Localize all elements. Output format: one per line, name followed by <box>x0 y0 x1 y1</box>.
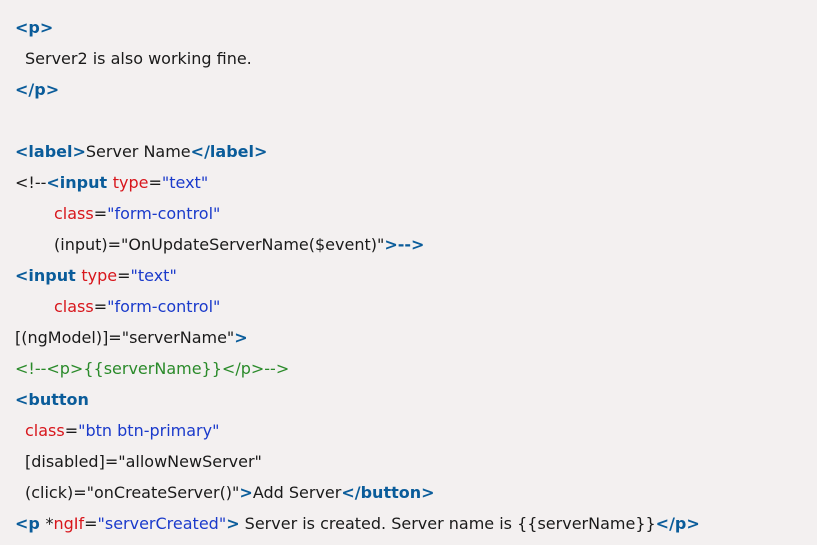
code-text: Server2 is also working fine. <box>25 49 252 68</box>
code-line: class="btn btn-primary" <box>15 415 817 446</box>
code-tag: </p> <box>15 80 60 99</box>
code-string: "text" <box>130 266 177 285</box>
code-tag: <input <box>46 173 113 192</box>
code-line: [(ngModel)]="serverName"> <box>15 322 817 353</box>
code-line: (input)="OnUpdateServerName($event)">--> <box>15 229 817 260</box>
code-line: <input type="text" <box>15 260 817 291</box>
code-tag: <p> <box>15 18 54 37</box>
code-tag: </label> <box>190 142 268 161</box>
code-string: "form-control" <box>107 204 221 223</box>
code-line: <button <box>15 384 817 415</box>
code-text: Add Server <box>252 483 342 502</box>
code-tag: <p <box>15 514 46 533</box>
code-line: <p *ngIf="serverCreated"> Server is crea… <box>15 508 817 539</box>
code-line: </p> <box>15 74 817 105</box>
code-text: (click)="onCreateServer()" <box>25 483 240 502</box>
code-tag: > <box>239 483 253 502</box>
code-string: "btn btn-primary" <box>78 421 220 440</box>
code-text: = <box>117 266 131 285</box>
code-text: = <box>64 421 79 440</box>
code-attribute: ngIf <box>53 514 85 533</box>
code-string: "serverCreated" <box>97 514 227 533</box>
code-text: = <box>93 297 108 316</box>
code-line: <!--<p>{{serverName}}</p>--> <box>15 353 817 384</box>
code-attribute: class <box>54 297 94 316</box>
code-text: <!-- <box>15 173 47 192</box>
code-string: "text" <box>161 173 209 192</box>
code-attribute: class <box>54 204 94 223</box>
code-text: [disabled]="allowNewServer" <box>25 452 262 471</box>
code-text: Server is created. Server name is {{serv… <box>239 514 656 533</box>
code-text: Server Name <box>85 142 191 161</box>
code-line: (click)="onCreateServer()">Add Server</b… <box>15 477 817 508</box>
code-tag: <label> <box>15 142 86 161</box>
code-block: <p> Server2 is also working fine. </p> <lab… <box>0 0 817 545</box>
code-line: class="form-control" <box>15 291 817 322</box>
code-line: <label>Server Name</label> <box>15 136 817 167</box>
code-tag: </button> <box>341 483 435 502</box>
code-tag: </p> <box>655 514 700 533</box>
code-tag: <input <box>15 266 82 285</box>
code-text: = <box>148 173 162 192</box>
code-text: = <box>84 514 98 533</box>
code-line: [disabled]="allowNewServer" <box>15 446 817 477</box>
code-attribute: class <box>25 421 65 440</box>
code-line: Server2 is also working fine. <box>15 43 817 74</box>
code-tag: > <box>226 514 240 533</box>
code-attribute: type <box>112 173 149 192</box>
code-line: <!--<input type="text" <box>15 167 817 198</box>
code-tag: >--> <box>384 235 425 254</box>
code-attribute: type <box>81 266 118 285</box>
code-tag: <button <box>15 390 89 409</box>
code-text: [(ngModel)]="serverName" <box>15 328 235 347</box>
code-line: <p> <box>15 12 817 43</box>
code-text: = <box>93 204 108 223</box>
code-tag: > <box>234 328 248 347</box>
code-comment: <!--<p>{{serverName}}</p>--> <box>15 359 290 378</box>
code-line: class="form-control" <box>15 198 817 229</box>
code-string: "form-control" <box>107 297 221 316</box>
code-text: (input)="OnUpdateServerName($event)" <box>54 235 385 254</box>
